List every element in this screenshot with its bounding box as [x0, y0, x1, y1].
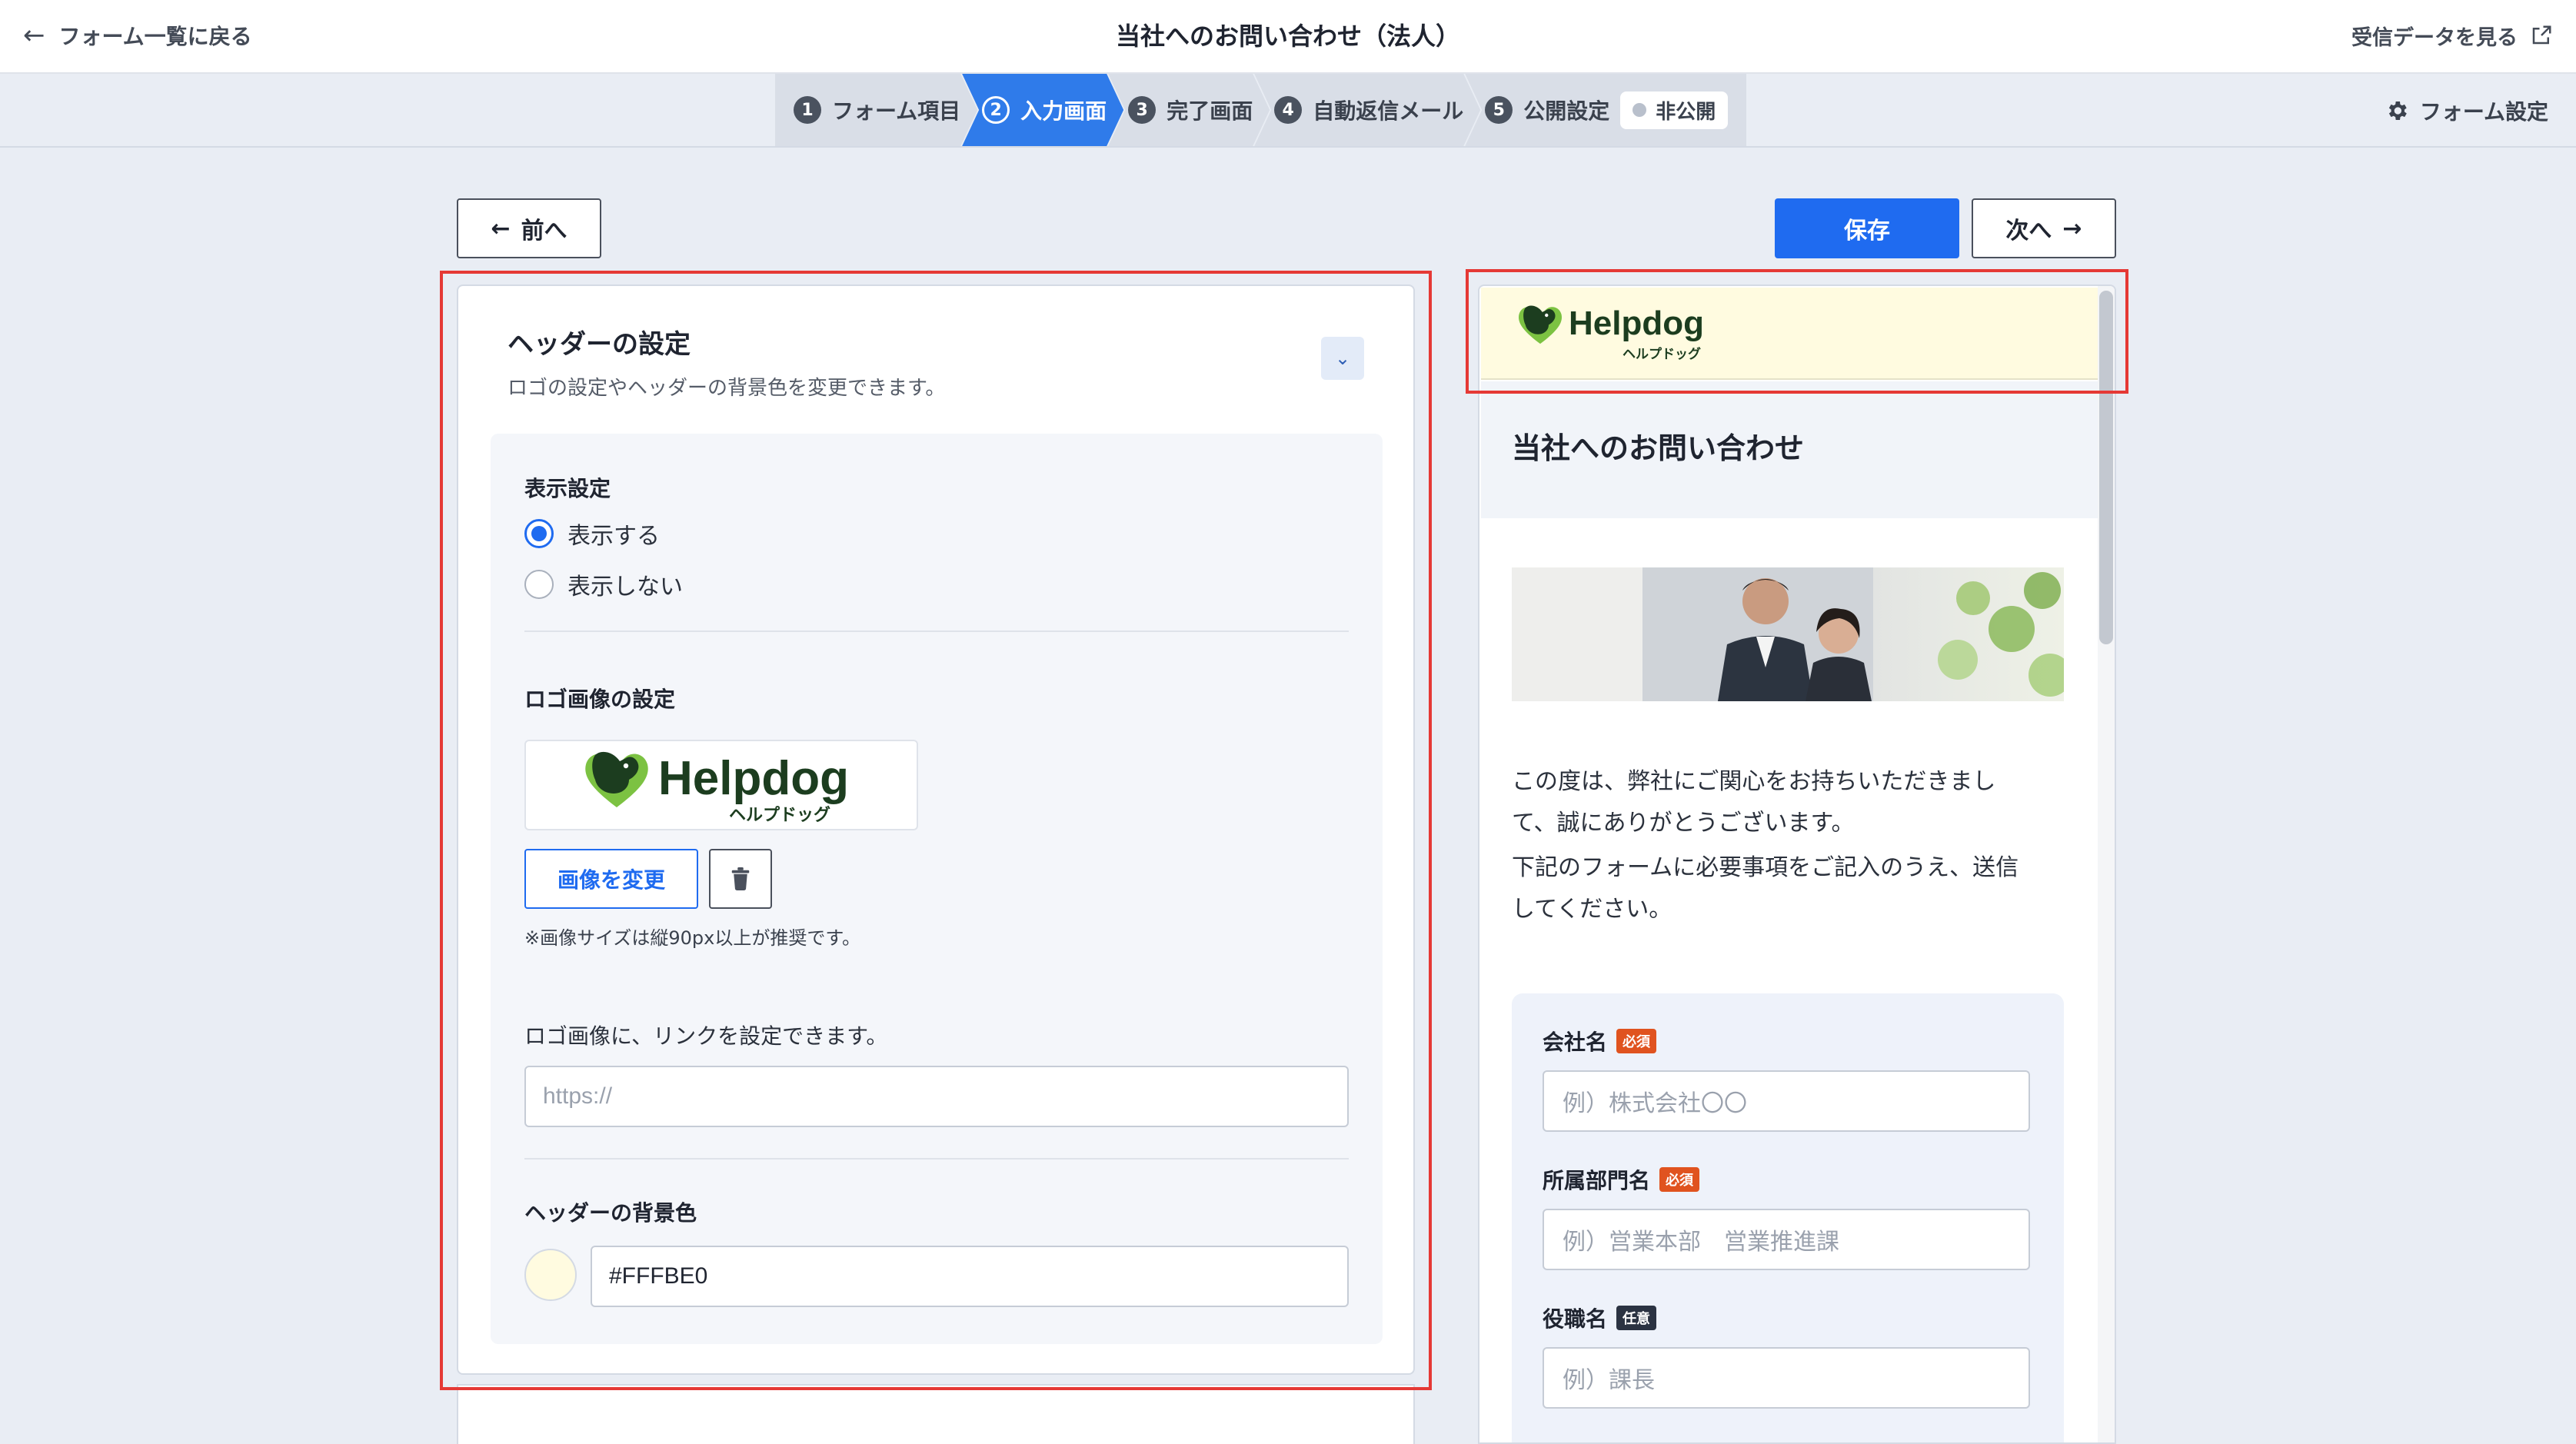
step-bar: 1 フォーム項目 2 入力画面 3 完了画面 4 自動返信メール 5 公開設定 … — [0, 74, 2576, 148]
preview-instruction-text: 下記のフォームに必要事項をご記入のうえ、送信 してください。 — [1512, 847, 2073, 930]
job-title-input[interactable]: 例）課長 — [1543, 1347, 2030, 1409]
step-label: フォーム項目 — [832, 98, 961, 124]
step-number: 1 — [794, 96, 821, 124]
next-button-label: 次へ — [2005, 218, 2052, 245]
page-title: 当社へのお問い合わせ（法人） — [1115, 22, 1460, 51]
step-label: 完了画面 — [1167, 98, 1253, 124]
business-people-photo-icon — [1512, 567, 2064, 701]
save-button[interactable]: 保存 — [1775, 198, 1959, 258]
form-preview: Helpdog ヘルプドッグ 当社へのお問い合わせ この度は、弊社にご関心をお持… — [1478, 284, 2116, 1444]
preview-form-title: 当社へのお問い合わせ — [1512, 431, 1805, 465]
step-label: 自動返信メール — [1313, 98, 1464, 124]
step-label: 公開設定 — [1523, 98, 1610, 124]
publish-status-text: 非公開 — [1656, 100, 1716, 124]
external-link-icon — [2532, 25, 2551, 45]
view-data-label: 受信データを見る — [2351, 25, 2518, 50]
intro-line: この度は、弊社にご関心をお持ちいただきまし — [1512, 768, 1996, 795]
field-label-text: 所属部門名 — [1543, 1168, 1651, 1193]
intro-line: て、誠にありがとうございます。 — [1512, 810, 1855, 837]
step-form-items[interactable]: 1 フォーム項目 — [775, 74, 977, 146]
arrow-left-icon: ← — [491, 215, 511, 242]
status-dot-icon — [1632, 103, 1647, 117]
preview-form-fields: 会社名 必須 例）株式会社〇〇 所属部門名 必須 例）営業本部 営業推進課 役職… — [1512, 993, 2064, 1442]
department-label: 所属部門名 必須 — [1543, 1164, 1700, 1195]
preview-intro-text: この度は、弊社にご関心をお持ちいただきまし て、誠にありがとうございます。 — [1512, 761, 2073, 844]
form-settings-button[interactable]: フォーム設定 — [2385, 95, 2548, 126]
next-button[interactable]: 次へ → — [1972, 198, 2116, 258]
instruction-line: してください。 — [1512, 896, 1672, 923]
view-received-data-link[interactable]: 受信データを見る — [2351, 20, 2553, 51]
job-title-label: 役職名 任意 — [1543, 1303, 1657, 1333]
step-number: 3 — [1128, 96, 1156, 124]
step-label: 入力画面 — [1020, 98, 1107, 124]
department-input[interactable]: 例）営業本部 営業推進課 — [1543, 1209, 2030, 1270]
field-label-text: 役職名 — [1543, 1306, 1608, 1332]
step-input-screen[interactable]: 2 入力画面 — [962, 74, 1123, 146]
highlight-frame-settings — [440, 271, 1432, 1390]
prev-button-label: 前へ — [521, 218, 567, 245]
highlight-frame-preview-header — [1466, 269, 2128, 394]
step-number: 2 — [982, 96, 1010, 124]
field-label-text: 会社名 — [1543, 1030, 1608, 1055]
preview-business-photo — [1512, 567, 2064, 701]
instruction-line: 下記のフォームに必要事項をご記入のうえ、送信 — [1512, 854, 2019, 881]
top-bar: ← フォーム一覧に戻る 当社へのお問い合わせ（法人） 受信データを見る — [0, 0, 2576, 74]
step-complete-screen[interactable]: 3 完了画面 — [1108, 74, 1270, 146]
form-settings-label: フォーム設定 — [2419, 99, 2548, 125]
arrow-right-icon: → — [2062, 215, 2082, 242]
prev-button[interactable]: ← 前へ — [457, 198, 601, 258]
step-publish-settings[interactable]: 5 公開設定 非公開 — [1465, 74, 1747, 146]
step-number: 4 — [1274, 96, 1302, 124]
step-tabs: 1 フォーム項目 2 入力画面 3 完了画面 4 自動返信メール 5 公開設定 … — [775, 74, 1747, 146]
company-name-label: 会社名 必須 — [1543, 1026, 1657, 1056]
required-badge: 必須 — [1659, 1167, 1700, 1192]
step-auto-reply-mail[interactable]: 4 自動返信メール — [1254, 74, 1480, 146]
required-badge: 必須 — [1616, 1029, 1657, 1053]
next-settings-card — [457, 1384, 1415, 1444]
step-number: 5 — [1485, 96, 1513, 124]
publish-status-badge: 非公開 — [1620, 91, 1729, 129]
gear-icon — [2388, 101, 2407, 120]
company-name-input[interactable]: 例）株式会社〇〇 — [1543, 1070, 2030, 1132]
optional-badge: 任意 — [1616, 1306, 1657, 1330]
